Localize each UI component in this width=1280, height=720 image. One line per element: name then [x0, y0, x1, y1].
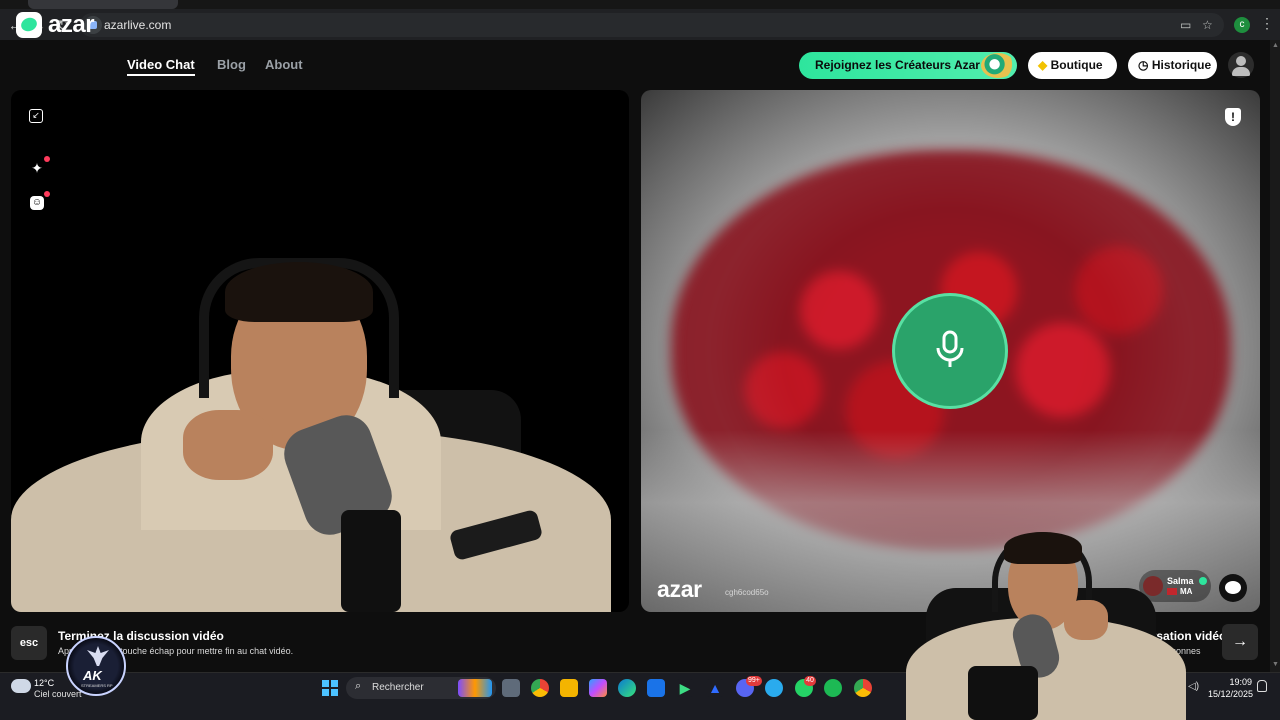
local-video: ↙ ✦ ☺: [11, 90, 629, 612]
outlook-icon[interactable]: [647, 679, 665, 697]
streamer-logo-tag: STREAMERS RP: [81, 683, 113, 688]
whatsapp-badge: 40: [804, 676, 816, 686]
search-icon: ⌕: [355, 680, 362, 692]
telegram-icon[interactable]: [765, 679, 783, 697]
more-menu-icon[interactable]: ⋮: [1260, 15, 1274, 32]
page-scrollbar[interactable]: [1270, 40, 1280, 672]
azar-watermark: azar: [657, 576, 702, 602]
sticker-notification-dot: [44, 191, 50, 197]
taskbar-date: 15/12/2025: [1208, 689, 1254, 699]
profile-avatar[interactable]: c: [1234, 17, 1250, 33]
session-id: cgh6cod65o: [725, 588, 769, 597]
user-avatar[interactable]: [1228, 52, 1254, 78]
face-sticker-icon[interactable]: ☺: [30, 196, 44, 210]
spotify-icon[interactable]: [824, 679, 842, 697]
weather-description: Ciel couvert: [34, 689, 82, 699]
azar-logo-icon: [16, 12, 42, 38]
local-user-image: [11, 90, 629, 612]
scroll-up-icon[interactable]: ▲: [1272, 42, 1279, 49]
next-arrow-button[interactable]: →: [1222, 624, 1258, 660]
cloud-icon[interactable]: [11, 679, 31, 693]
browser-toolbar: ← → ↻ azarlive.com ▭ ☆ c ⋮: [0, 0, 1280, 40]
logo-text: azar: [48, 11, 95, 38]
clock-icon: ◷: [1138, 58, 1149, 72]
join-creators-label: Rejoignez les Créateurs Azar: [815, 58, 980, 72]
effects-notification-dot: [44, 156, 50, 162]
nav-blog[interactable]: Blog: [217, 57, 246, 72]
history-label: Historique: [1151, 58, 1212, 72]
report-icon[interactable]: !: [1225, 108, 1241, 126]
tab-strip: [0, 0, 1280, 9]
streamer-logo-text: AK: [83, 668, 102, 683]
microphone-button[interactable]: [895, 296, 1005, 406]
file-explorer-icon[interactable]: [560, 679, 578, 697]
weather-temperature: 12°C: [34, 678, 55, 688]
history-button[interactable]: ◷ Historique: [1128, 52, 1217, 79]
search-highlight-icon: [458, 679, 492, 697]
edge-icon[interactable]: [618, 679, 636, 697]
play-store-icon[interactable]: ▶: [676, 679, 694, 697]
microphone-icon: [936, 330, 964, 367]
boutique-label: Boutique: [1050, 58, 1103, 72]
join-creators-button[interactable]: Rejoignez les Créateurs Azar: [799, 52, 1017, 79]
diamond-icon: ◆: [1038, 58, 1048, 72]
nav-video-chat[interactable]: Video Chat: [127, 57, 195, 76]
active-tab[interactable]: [28, 0, 178, 9]
windows-start-icon[interactable]: [322, 680, 338, 696]
phoenix-icon: [87, 646, 109, 666]
creators-decoration-icon: [981, 53, 1015, 78]
bookmark-star-icon[interactable]: ☆: [1202, 18, 1213, 32]
speaker-icon[interactable]: ◁): [1188, 681, 1199, 692]
effects-sparkle-icon[interactable]: ✦: [29, 160, 45, 176]
task-view-icon[interactable]: [502, 679, 520, 697]
proton-vpn-icon[interactable]: ▲: [706, 679, 724, 697]
esc-key-button[interactable]: esc: [11, 626, 47, 660]
chat-bubble-icon[interactable]: [1219, 574, 1247, 602]
streamer-logo: AK STREAMERS RP: [66, 636, 126, 696]
cast-icon[interactable]: ▭: [1180, 18, 1191, 32]
azar-logo[interactable]: azar: [16, 12, 106, 40]
minimize-screen-icon[interactable]: ↙: [29, 109, 43, 123]
scroll-down-icon[interactable]: ▼: [1272, 661, 1279, 668]
url-text: azarlive.com: [104, 18, 172, 32]
nav-about[interactable]: About: [265, 57, 303, 72]
copilot-icon[interactable]: [589, 679, 607, 697]
chrome-icon[interactable]: [531, 679, 549, 697]
streamer-webcam-overlay: [866, 528, 1206, 720]
notification-bell-icon[interactable]: [1257, 680, 1267, 692]
discord-badge: 99+: [746, 676, 762, 686]
taskbar-time: 19:09: [1229, 677, 1252, 687]
boutique-button[interactable]: ◆ Boutique: [1028, 52, 1117, 79]
address-bar[interactable]: azarlive.com ▭ ☆: [80, 13, 1224, 37]
search-placeholder: Rechercher: [372, 682, 424, 693]
